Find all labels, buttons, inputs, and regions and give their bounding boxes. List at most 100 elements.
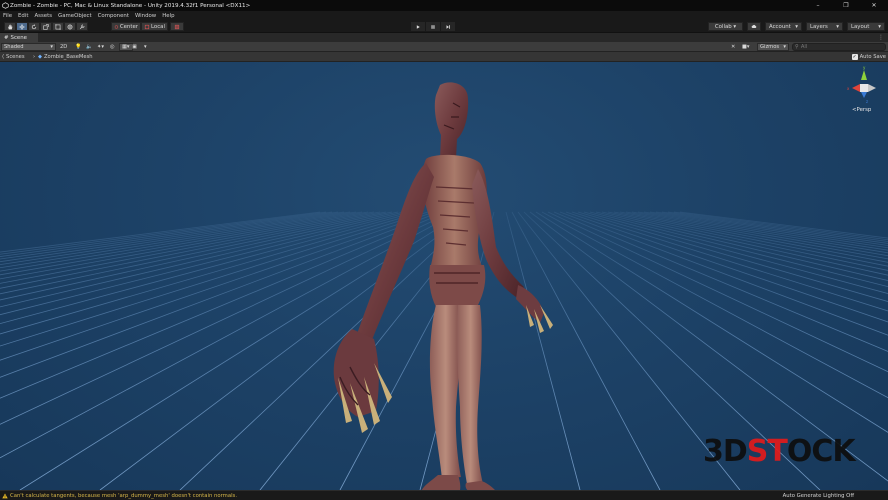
breadcrumb-prefab[interactable]: ◆ Zombie_BaseMesh xyxy=(38,53,93,61)
move-tool-button[interactable] xyxy=(16,22,28,31)
breadcrumb-prefab-label: Zombie_BaseMesh xyxy=(44,54,93,60)
mode-2d-label: 2D xyxy=(60,44,68,50)
auto-save-toggle[interactable]: ✓ Auto Save xyxy=(851,53,886,61)
unity-logo-icon xyxy=(2,2,9,9)
menu-file[interactable]: File xyxy=(3,13,12,19)
speaker-icon: 🔈 xyxy=(86,44,93,50)
gizmo-neg-x-axis[interactable] xyxy=(868,84,876,92)
menu-help[interactable]: Help xyxy=(162,13,174,19)
chevron-down-icon: ▾ xyxy=(878,23,881,30)
camera-dropdown[interactable]: ■▾ xyxy=(742,43,750,51)
hand-icon xyxy=(8,24,13,29)
auto-save-checkbox[interactable]: ✓ xyxy=(851,54,858,60)
collab-label: Collab ▾ xyxy=(714,23,737,30)
rect-tool-button[interactable] xyxy=(52,22,64,31)
grid-line xyxy=(0,211,333,257)
maximize-button[interactable]: ❐ xyxy=(832,0,860,11)
space-label: Local xyxy=(151,23,165,30)
chevron-down-icon: ▾ xyxy=(783,44,786,50)
orientation-gizmo[interactable]: y x z xyxy=(842,64,886,108)
pause-button[interactable] xyxy=(426,22,440,31)
gizmo-z-label: z xyxy=(866,99,868,104)
camera-icon: ▣ xyxy=(132,44,137,50)
custom-tool-button[interactable] xyxy=(76,22,88,31)
cloud-button[interactable] xyxy=(747,22,761,31)
transform-combo-icon xyxy=(67,24,73,29)
eye-slash-icon: ◎ xyxy=(110,44,115,50)
chevron-down-icon: ▾ xyxy=(795,23,798,30)
tools-button[interactable]: ✕ xyxy=(731,43,735,51)
camera-settings-button[interactable]: ▣ xyxy=(132,43,137,51)
shading-mode-label: Shaded xyxy=(4,44,24,50)
menu-window[interactable]: Window xyxy=(135,13,156,19)
effects-dropdown[interactable]: ✦▾ xyxy=(97,43,104,51)
lighting-status[interactable]: Auto Generate Lighting Off xyxy=(783,492,854,500)
watermark-part-1: 3D xyxy=(703,434,748,469)
menu-assets[interactable]: Assets xyxy=(34,13,52,19)
scene-viewport[interactable] xyxy=(0,62,888,490)
transform-tool-button[interactable] xyxy=(64,22,76,31)
snap-settings-button[interactable] xyxy=(170,22,184,31)
rotate-icon xyxy=(31,23,37,29)
menu-component[interactable]: Component xyxy=(98,13,129,19)
pivot-center-button[interactable]: Center xyxy=(111,22,141,31)
toggle-2d-button[interactable]: 2D xyxy=(60,43,67,51)
step-icon xyxy=(446,24,450,29)
hidden-objects-toggle[interactable]: ◎ xyxy=(110,43,115,51)
minimize-button[interactable]: – xyxy=(804,0,832,11)
console-warning-message[interactable]: Can't calculate tangents, because mesh '… xyxy=(2,492,237,500)
warning-icon xyxy=(2,493,8,499)
kebab-menu-icon[interactable]: ⋮ xyxy=(878,34,884,41)
layout-dropdown[interactable]: Layout ▾ xyxy=(847,22,885,31)
scale-icon xyxy=(43,23,49,30)
video-camera-icon: ■▾ xyxy=(742,44,750,50)
projection-label[interactable]: <Persp xyxy=(852,107,871,113)
status-bar: Can't calculate tangents, because mesh '… xyxy=(0,490,888,500)
grid-visibility-dropdown[interactable]: ▦▾ xyxy=(119,43,133,51)
prefab-breadcrumb-bar: ⟨ Scenes › ◆ Zombie_BaseMesh ✓ Auto Save xyxy=(0,52,888,62)
lighting-toggle[interactable]: 💡 xyxy=(75,43,81,51)
gizmo-x-axis[interactable] xyxy=(852,84,860,92)
play-icon xyxy=(416,24,420,29)
scene-search-input[interactable]: ⚲ All xyxy=(792,43,886,51)
scene-view-toolbar: Shaded ▾ 2D 💡 🔈 ✦▾ ◎ ▦▾ ▣ ▾ ✕ ■▾ Gizmos … xyxy=(0,42,888,52)
menu-gameobject[interactable]: GameObject xyxy=(58,13,92,19)
breadcrumb-separator: › xyxy=(33,54,36,60)
window-title: Zombie - Zombie - PC, Mac & Linux Standa… xyxy=(10,2,251,9)
collab-dropdown[interactable]: Collab ▾ xyxy=(708,22,743,31)
zombie-model[interactable] xyxy=(318,77,568,490)
gizmo-y-axis[interactable] xyxy=(861,70,867,80)
audio-toggle[interactable]: 🔈 xyxy=(86,43,92,51)
gizmos-label: Gizmos xyxy=(760,44,780,50)
watermark-logo: 3DSTOCK xyxy=(703,434,856,469)
account-dropdown[interactable]: Account ▾ xyxy=(765,22,802,31)
layers-dropdown[interactable]: Layers ▾ xyxy=(806,22,843,31)
prefab-cube-icon: ◆ xyxy=(38,54,42,60)
step-button[interactable] xyxy=(441,22,455,31)
menu-edit[interactable]: Edit xyxy=(18,13,28,19)
title-bar: Zombie - Zombie - PC, Mac & Linux Standa… xyxy=(0,0,888,11)
pivot-local-button[interactable]: Local xyxy=(141,22,168,31)
tab-scene[interactable]: # Scene xyxy=(0,33,38,42)
search-icon: ⚲ xyxy=(795,44,799,50)
grid-snap-icon xyxy=(174,24,180,29)
gizmo-x-label: x xyxy=(847,86,850,91)
gizmo-y-label: y xyxy=(863,65,866,70)
scale-tool-button[interactable] xyxy=(40,22,52,31)
shading-mode-dropdown[interactable]: Shaded ▾ xyxy=(1,43,56,51)
close-button[interactable]: ✕ xyxy=(860,0,888,11)
auto-save-label: Auto Save xyxy=(859,54,886,60)
crossed-tools-icon: ✕ xyxy=(731,44,736,50)
gizmo-z-axis[interactable] xyxy=(861,92,867,98)
gizmo-center-cube[interactable] xyxy=(860,84,868,92)
hand-tool-button[interactable] xyxy=(4,22,16,31)
watermark-part-2: ST xyxy=(746,434,788,469)
play-button[interactable] xyxy=(411,22,425,31)
scene-view-menu[interactable]: ▾ xyxy=(144,43,147,51)
breadcrumb-scenes[interactable]: ⟨ Scenes xyxy=(2,53,25,61)
pivot-icon xyxy=(114,24,119,29)
rotate-tool-button[interactable] xyxy=(28,22,40,31)
main-toolbar: Center Local Collab ▾ Account ▾ Layers ▾ xyxy=(0,20,888,33)
gizmos-dropdown[interactable]: Gizmos ▾ xyxy=(757,43,789,51)
breadcrumb-root-label: Scenes xyxy=(6,54,25,60)
